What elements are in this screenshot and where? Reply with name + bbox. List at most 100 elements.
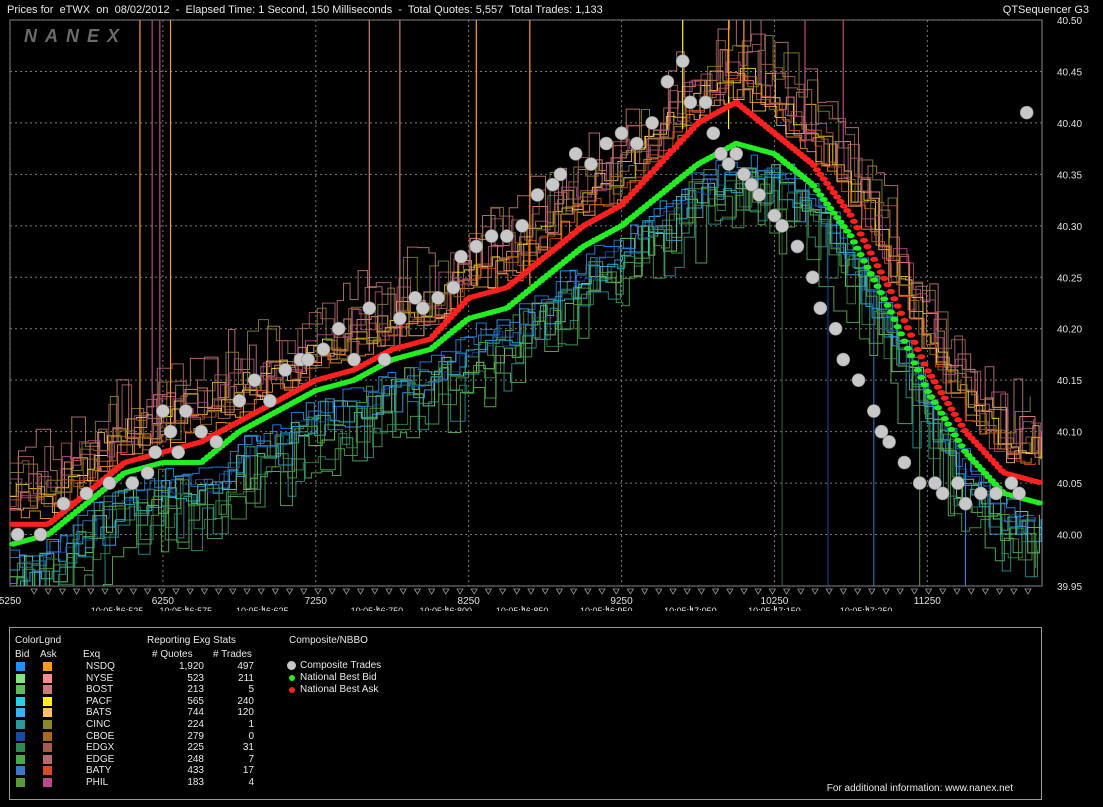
time-marker	[172, 588, 180, 595]
best-bid-point	[856, 251, 865, 258]
best-bid-point	[927, 394, 936, 400]
bid-color-swatch	[16, 696, 25, 706]
trade-point	[79, 486, 94, 501]
best-ask-point	[809, 162, 818, 168]
best-ask-point	[863, 244, 872, 250]
trade-count: 211	[238, 672, 254, 684]
trade-point	[484, 229, 499, 243]
best-bid-point	[880, 296, 889, 302]
best-bid-point	[923, 388, 932, 395]
best-ask-point	[903, 325, 912, 331]
trade-point	[278, 363, 293, 377]
y-tick-label: 40.00	[1057, 531, 1082, 542]
x-seq-tick-label: 5250	[0, 596, 22, 607]
time-marker	[584, 588, 592, 595]
trade-point	[706, 126, 721, 140]
trade-point	[683, 95, 698, 110]
trade-point	[951, 476, 965, 490]
trade-point	[645, 116, 659, 130]
time-marker	[328, 588, 336, 595]
bid-header: Bid	[15, 649, 30, 660]
trade-point	[10, 527, 25, 542]
best-bid-point	[940, 416, 949, 422]
best-bid-point	[816, 192, 825, 198]
time-marker	[158, 588, 166, 595]
time-marker	[811, 588, 819, 595]
best-ask-point	[880, 275, 889, 281]
x-seq-tick-label: 7250	[305, 596, 328, 607]
ask-color-swatch	[43, 754, 52, 764]
trade-point	[828, 321, 843, 336]
time-marker	[58, 588, 67, 595]
best-bid-point	[839, 224, 848, 230]
x-time-tick-label: 10:05:46:950	[580, 606, 633, 611]
time-marker	[697, 588, 706, 595]
trade-point	[56, 496, 71, 511]
time-marker	[853, 588, 862, 595]
composite-header: Composite/NBBO	[289, 635, 368, 646]
best-bid-point	[944, 421, 953, 427]
best-bid-point	[826, 205, 835, 212]
x-seq-tick-label: 11250	[914, 596, 942, 607]
trade-point	[935, 486, 950, 501]
best-ask-point	[860, 237, 869, 243]
best-bid-point	[849, 239, 858, 245]
time-marker	[825, 588, 833, 595]
time-marker	[910, 588, 919, 595]
bid-color-swatch	[16, 662, 25, 671]
time-marker	[726, 588, 734, 595]
time-marker	[115, 588, 123, 595]
best-bid-point	[893, 323, 902, 330]
quote-count: 213	[187, 684, 204, 696]
best-bid-point	[890, 316, 899, 322]
best-ask-point	[843, 207, 852, 214]
best-bid-point	[913, 367, 922, 373]
best-bid-point	[910, 360, 919, 366]
trade-point	[698, 95, 713, 110]
y-tick-label: 40.50	[1057, 16, 1082, 27]
trade-point	[33, 527, 48, 542]
time-marker	[939, 588, 947, 595]
best-bid-point	[900, 338, 909, 344]
trade-point	[232, 393, 247, 408]
colorlgnd-label: ColorLgnd	[15, 635, 62, 646]
best-ask-point	[910, 339, 919, 345]
trade-point	[140, 465, 155, 480]
trade-count: 1	[248, 719, 254, 730]
best-ask-point	[913, 346, 922, 353]
bid-color-swatch	[16, 743, 25, 753]
trade-count: 120	[237, 707, 254, 719]
composite-trades-label: Composite Trades	[300, 660, 382, 671]
time-marker	[342, 588, 351, 595]
bid-color-swatch	[16, 708, 25, 718]
best-bid-point	[886, 309, 895, 315]
best-ask-point	[849, 218, 858, 224]
trade-point	[393, 311, 407, 326]
quote-count: 565	[187, 695, 204, 707]
ask-color-swatch	[43, 766, 52, 776]
trade-point	[125, 476, 140, 490]
best-bid-point	[937, 410, 946, 416]
trade-point	[446, 280, 461, 295]
trade-point	[599, 136, 614, 151]
time-marker	[981, 588, 990, 595]
trade-point	[752, 188, 766, 202]
quote-count: 224	[187, 719, 204, 730]
time-marker	[612, 588, 620, 595]
ask-color-swatch	[43, 673, 52, 683]
trade-point	[813, 301, 828, 315]
time-marker	[782, 588, 791, 595]
best-bid-point	[860, 258, 869, 264]
trade-point	[729, 146, 744, 161]
best-bid-point	[846, 233, 855, 239]
time-marker	[143, 588, 152, 595]
best-ask-point	[897, 310, 906, 316]
time-marker	[413, 588, 422, 595]
time-marker	[87, 588, 95, 595]
exchange-name: BATS	[86, 707, 112, 719]
best-ask-point	[927, 373, 936, 379]
ask-color-swatch	[43, 708, 52, 718]
best-bid-point	[917, 374, 926, 380]
best-bid-point	[836, 219, 845, 225]
time-marker	[640, 588, 649, 595]
